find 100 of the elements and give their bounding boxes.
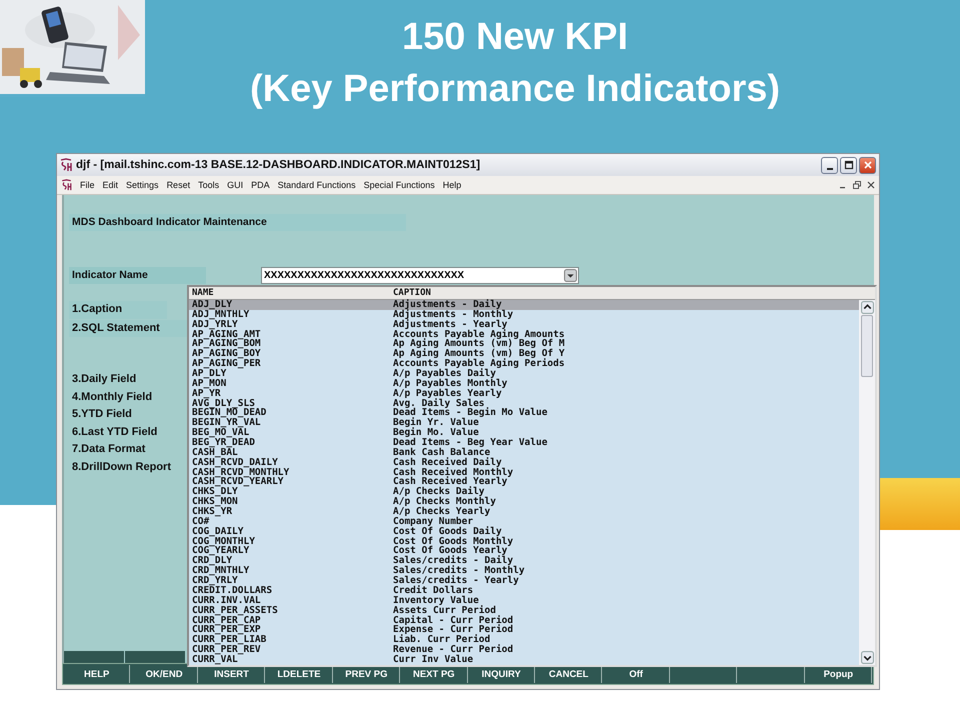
- list-row[interactable]: AP_AGING_BOM Ap Aging Amounts (vm) Beg Of M: [189, 339, 859, 350]
- name-cell-text: CHKS_DLY: [191, 487, 238, 498]
- list-row[interactable]: ADJ_YRLY Adjustments - Yearly: [189, 320, 859, 330]
- list-row[interactable]: CURR_PER_REV Revenue - Curr Period: [189, 645, 859, 655]
- caption-cell: Company Number: [393, 516, 474, 527]
- list-row[interactable]: CURR_VAL Curr Inv Value: [189, 654, 859, 665]
- maximize-button[interactable]: [840, 156, 857, 174]
- list-row[interactable]: AP_DLY A/p Payables Daily: [189, 369, 859, 379]
- minimize-button[interactable]: [821, 156, 838, 174]
- menu-item[interactable]: Special Functions: [364, 180, 435, 190]
- name-cell-text: BEG_MO_VAL: [191, 428, 250, 438]
- list-row[interactable]: ADJ_DLY Adjustments - Daily: [189, 300, 859, 310]
- list-row[interactable]: CASH_RCVD_YEARLY Cash Received Yearly: [189, 477, 859, 488]
- list-row[interactable]: CASH_BAL Bank Cash Balance: [189, 448, 859, 458]
- list-row[interactable]: CREDIT.DOLLARS Credit Dollars: [189, 586, 859, 596]
- scrollbar[interactable]: [859, 300, 875, 665]
- list-row[interactable]: CRD_DLY Sales/credits - Daily: [189, 556, 859, 566]
- scroll-thumb[interactable]: [861, 315, 873, 377]
- list-row[interactable]: CURR.INV.VAL Inventory Value: [189, 596, 859, 606]
- field-label: 4.Monthly Field: [71, 390, 154, 404]
- list-row[interactable]: BEG_MO_VAL Begin Mo. Value: [189, 428, 859, 438]
- list-row[interactable]: AP_AGING_AMT Accounts Payable Aging Amounts: [189, 330, 859, 340]
- scroll-up-icon[interactable]: [860, 301, 874, 314]
- list-row[interactable]: COG_YEARLY Cost Of Goods Yearly: [189, 546, 859, 556]
- maximize-icon: [844, 160, 854, 170]
- caption-cell: Liab. Curr Period: [393, 635, 490, 646]
- caption-cell: Credit Dollars: [393, 586, 474, 596]
- caption-cell: Dead Items - Beg Year Value: [393, 438, 548, 448]
- list-row[interactable]: CURR_PER_ASSETS Assets Curr Period: [189, 606, 859, 616]
- field-label: 3.Daily Field: [71, 372, 138, 387]
- list-row[interactable]: AP_AGING_PER Accounts Payable Aging Periods: [189, 359, 859, 370]
- name-cell-text: CASH_RCVD_DAILY: [191, 458, 279, 468]
- restore-icon[interactable]: [853, 181, 861, 189]
- name-cell-text: CASH_RCVD_YEARLY: [191, 477, 284, 488]
- list-row[interactable]: CASH_RCVD_DAILY Cash Received Daily: [189, 458, 859, 468]
- list-row[interactable]: AVG_DLY_SLS Avg. Daily Sales: [189, 398, 859, 408]
- list-row[interactable]: BEG_YR_DEAD Dead Items - Beg Year Value: [189, 438, 859, 448]
- caption-cell: Revenue - Curr Period: [393, 645, 514, 655]
- list-row[interactable]: CURR_PER_LIAB Liab. Curr Period: [189, 635, 859, 646]
- dropdown-icon[interactable]: [564, 269, 577, 282]
- slide-title: (Key Performance Indicators): [250, 67, 780, 112]
- list-row[interactable]: CRD_YRLY Sales/credits - Yearly: [189, 576, 859, 586]
- name-cell-text: ADJ_MNTHLY: [191, 310, 250, 320]
- name-cell-text: CHKS_YR: [191, 507, 232, 517]
- column-header: CAPTION: [393, 288, 431, 298]
- name-cell-text: CO#: [191, 516, 210, 527]
- menu-item[interactable]: Settings: [126, 180, 159, 190]
- indicator-name-field[interactable]: XXXXXXXXXXXXXXXXXXXXXXXXXXXXXX: [261, 267, 579, 284]
- menu-item[interactable]: Standard Functions: [278, 180, 356, 190]
- caption-cell: Ap Aging Amounts (vm) Beg Of Y: [393, 349, 565, 360]
- app-logo-icon: [61, 179, 72, 191]
- window-title: djf - [mail.tshinc.com-13 BASE.12-DASHBOARD.INDICATOR.MAINT012S1]: [76, 159, 480, 171]
- list-row[interactable]: AP_AGING_BOY Ap Aging Amounts (vm) Beg Of Y: [189, 349, 859, 360]
- list-row[interactable]: BEGIN_MO_DEAD Dead Items - Begin Mo Value: [189, 408, 859, 418]
- caption-cell: A/p Checks Yearly: [393, 507, 490, 517]
- list-row[interactable]: CHKS_YR A/p Checks Yearly: [189, 507, 859, 517]
- menu-item[interactable]: Help: [442, 180, 462, 190]
- list-row[interactable]: COG_MONTHLY Cost Of Goods Monthly: [189, 536, 859, 546]
- field-label: 1.Caption: [69, 301, 167, 318]
- list-row[interactable]: CURR_PER_EXP Expense - Curr Period: [189, 625, 859, 636]
- list-row[interactable]: CHKS_DLY A/p Checks Daily: [189, 487, 859, 498]
- list-row[interactable]: ADJ_MNTHLY Adjustments - Monthly: [189, 310, 859, 320]
- caption-cell: A/p Payables Daily: [393, 369, 496, 379]
- name-cell-text: CRD_DLY: [191, 556, 232, 566]
- name-cell-text: CURR.INV.VAL: [191, 596, 262, 606]
- field-label: 6.Last YTD Field: [71, 424, 158, 440]
- list-row[interactable]: AP_YR A/p Payables Yearly: [189, 388, 859, 399]
- list-row[interactable]: CO# Company Number: [189, 516, 859, 527]
- caption-cell: Inventory Value: [393, 596, 479, 606]
- name-cell-text: ADJ_YRLY: [191, 320, 238, 330]
- list-row[interactable]: CURR_PER_CAP Capital - Curr Period: [189, 616, 859, 626]
- list-row[interactable]: CRD_MNTHLY Sales/credits - Monthly: [189, 566, 859, 576]
- menu-item[interactable]: Reset: [166, 180, 190, 190]
- name-cell-text: AP_AGING_BOY: [191, 349, 262, 360]
- field-label: 8.DrillDown Report: [71, 460, 172, 474]
- menu-item[interactable]: Tools: [198, 180, 220, 190]
- caption-cell: Bank Cash Balance: [393, 448, 490, 458]
- caption-cell: Cost Of Goods Yearly: [393, 546, 508, 556]
- name-cell-text: CURR_PER_LIAB: [191, 635, 268, 646]
- name-cell-text: AP_AGING_AMT: [191, 330, 262, 340]
- list-row[interactable]: CHKS_MON A/p Checks Monthly: [189, 497, 859, 508]
- caption-cell: Cost Of Goods Daily: [393, 526, 502, 537]
- caption-cell: Cash Received Yearly: [393, 477, 508, 488]
- close-button[interactable]: [859, 156, 876, 174]
- minimize-icon: [826, 168, 832, 170]
- menu-item[interactable]: PDA: [251, 180, 270, 190]
- menu-item[interactable]: Edit: [102, 180, 118, 190]
- caption-cell: Cash Received Monthly: [393, 468, 514, 478]
- list-row[interactable]: AP_MON A/p Payables Monthly: [189, 378, 859, 389]
- caption-cell: Sales/credits - Yearly: [393, 576, 519, 586]
- scroll-down-icon[interactable]: [860, 651, 874, 664]
- list-row[interactable]: COG_DAILY Cost Of Goods Daily: [189, 526, 859, 537]
- caption-cell: Curr Inv Value: [393, 654, 474, 665]
- caption-cell: Cost Of Goods Monthly: [393, 536, 514, 546]
- list-row[interactable]: BEGIN_YR_VAL Begin Yr. Value: [189, 418, 859, 428]
- menu-item[interactable]: File: [80, 180, 95, 190]
- name-cell-text: COG_DAILY: [191, 526, 244, 537]
- list-row[interactable]: CASH_RCVD_MONTHLY Cash Received Monthly: [189, 468, 859, 478]
- close-icon[interactable]: [867, 181, 875, 189]
- menu-item[interactable]: GUI: [227, 180, 244, 190]
